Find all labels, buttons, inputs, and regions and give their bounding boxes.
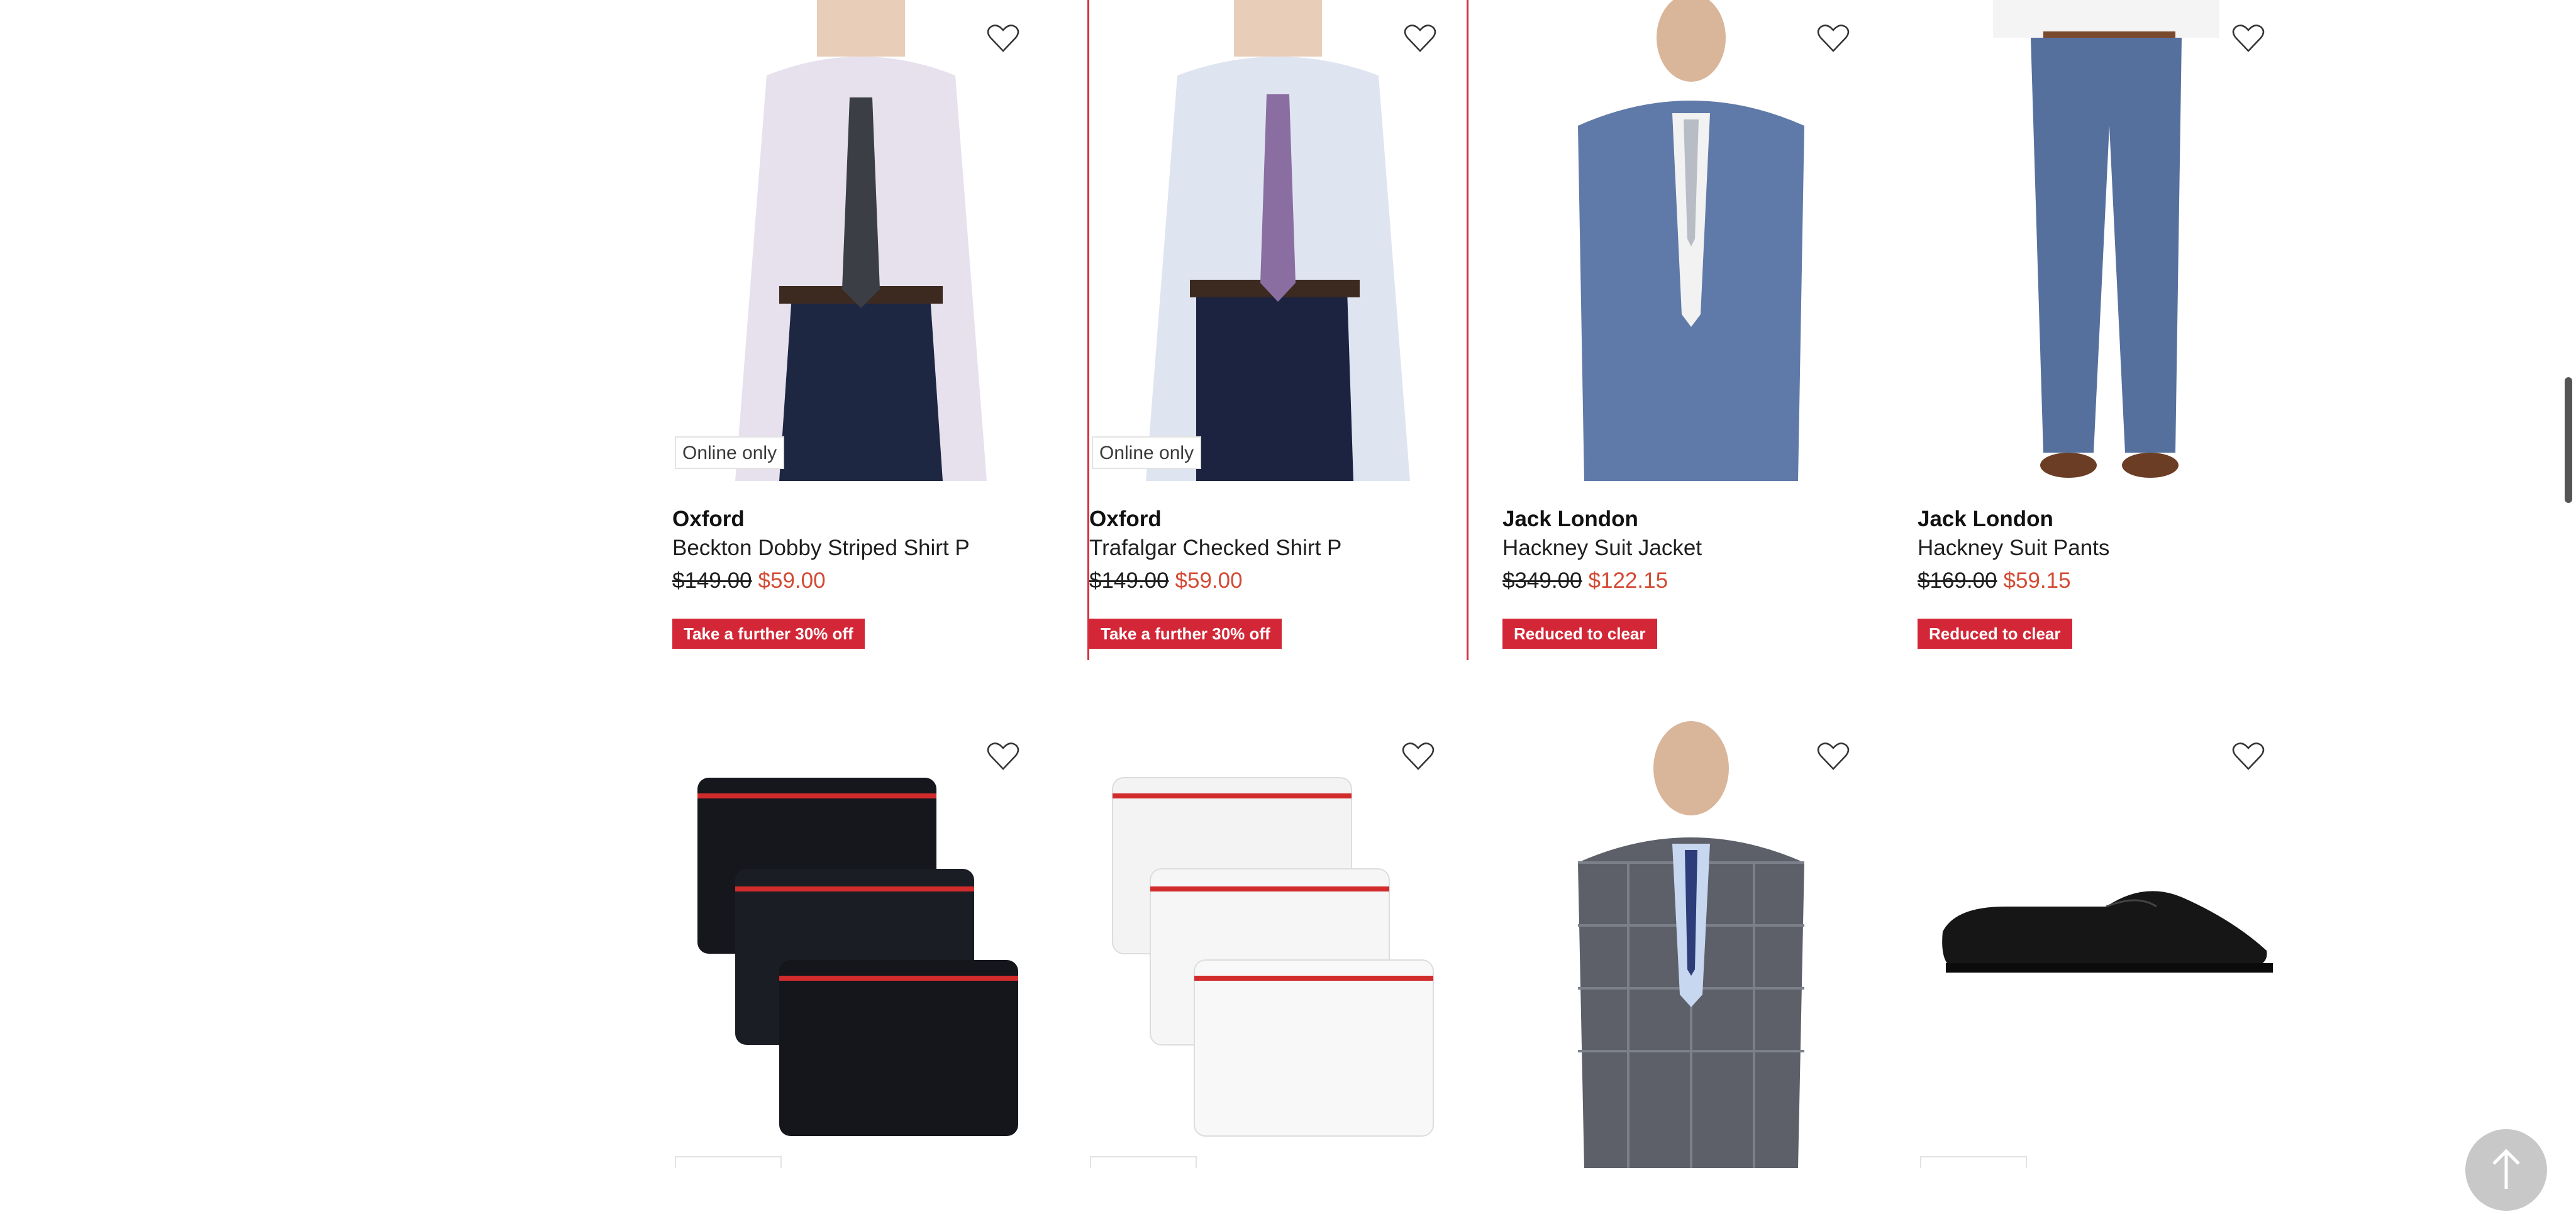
product-brand[interactable]: Oxford — [1089, 507, 1162, 532]
original-price: $149.00 — [1089, 568, 1169, 593]
product-image[interactable] — [672, 718, 1050, 1168]
promo-badge: Reduced to clear — [1502, 619, 1657, 649]
product-brand[interactable]: Oxford — [672, 507, 745, 532]
product-card[interactable] — [1087, 718, 1465, 1168]
promo-badge: Take a further 30% off — [672, 619, 865, 649]
product-prices: $149.00 $59.00 — [1089, 568, 1243, 593]
heart-outline-icon — [2232, 25, 2265, 52]
product-prices: $349.00 $122.15 — [1502, 568, 1668, 593]
product-card[interactable]: Online only Oxford Beckton Dobby Striped… — [672, 0, 1050, 660]
product-image[interactable]: Online only — [672, 0, 1050, 481]
product-prices: $169.00 $59.15 — [1918, 568, 2071, 593]
arrow-up-icon — [2492, 1149, 2520, 1189]
wishlist-button[interactable] — [987, 742, 1032, 787]
product-brand[interactable]: Jack London — [1502, 507, 1638, 532]
product-image[interactable] — [1918, 718, 2295, 1168]
sale-price: $122.15 — [1588, 568, 1668, 593]
original-price: $169.00 — [1918, 568, 1997, 593]
product-name[interactable]: Hackney Suit Jacket — [1502, 536, 1702, 561]
original-price: $349.00 — [1502, 568, 1582, 593]
heart-outline-icon — [1817, 742, 1850, 770]
sale-price: $59.15 — [2003, 568, 2071, 593]
product-image[interactable] — [1502, 0, 1880, 481]
promo-badge: Reduced to clear — [1918, 619, 2072, 649]
product-card[interactable] — [1502, 718, 1880, 1168]
product-card[interactable]: Jack London Hackney Suit Jacket $349.00 $… — [1502, 0, 1880, 660]
product-card-selected[interactable]: Online only Oxford Trafalgar Checked Shi… — [1087, 0, 1468, 660]
product-image[interactable] — [1502, 718, 1880, 1168]
back-to-top-button[interactable] — [2465, 1129, 2547, 1211]
heart-outline-icon — [2232, 742, 2265, 770]
product-prices: $149.00 $59.00 — [672, 568, 826, 593]
scrollbar-thumb[interactable] — [2565, 377, 2572, 503]
heart-outline-icon — [987, 25, 1019, 52]
sale-price: $59.00 — [1175, 568, 1243, 593]
product-image[interactable]: Online only — [1089, 0, 1467, 481]
tag — [675, 1156, 782, 1168]
product-card[interactable] — [672, 718, 1050, 1168]
wishlist-button[interactable] — [2232, 24, 2277, 69]
heart-outline-icon — [987, 742, 1019, 770]
promo-badge: Take a further 30% off — [1089, 619, 1282, 649]
original-price: $149.00 — [672, 568, 752, 593]
wishlist-button[interactable] — [1402, 742, 1447, 787]
heart-outline-icon — [1817, 25, 1850, 52]
online-only-tag: Online only — [675, 436, 785, 469]
heart-outline-icon — [1404, 25, 1436, 52]
wishlist-button[interactable] — [1404, 24, 1449, 69]
product-brand[interactable]: Jack London — [1918, 507, 2053, 532]
wishlist-button[interactable] — [1817, 24, 1862, 69]
tag — [1920, 1156, 2027, 1168]
product-card[interactable] — [1918, 718, 2295, 1168]
product-image[interactable] — [1087, 718, 1465, 1168]
product-name[interactable]: Beckton Dobby Striped Shirt P — [672, 536, 970, 561]
product-card[interactable]: Jack London Hackney Suit Pants $169.00 $5… — [1918, 0, 2295, 660]
product-name[interactable]: Trafalgar Checked Shirt P — [1089, 536, 1341, 561]
online-only-tag: Online only — [1092, 436, 1202, 469]
product-name[interactable]: Hackney Suit Pants — [1918, 536, 2109, 561]
wishlist-button[interactable] — [2232, 742, 2277, 787]
wishlist-button[interactable] — [987, 24, 1032, 69]
sale-price: $59.00 — [758, 568, 826, 593]
wishlist-button[interactable] — [1817, 742, 1862, 787]
heart-outline-icon — [1402, 742, 1435, 770]
product-image[interactable] — [1918, 0, 2295, 481]
tag — [1090, 1156, 1197, 1168]
